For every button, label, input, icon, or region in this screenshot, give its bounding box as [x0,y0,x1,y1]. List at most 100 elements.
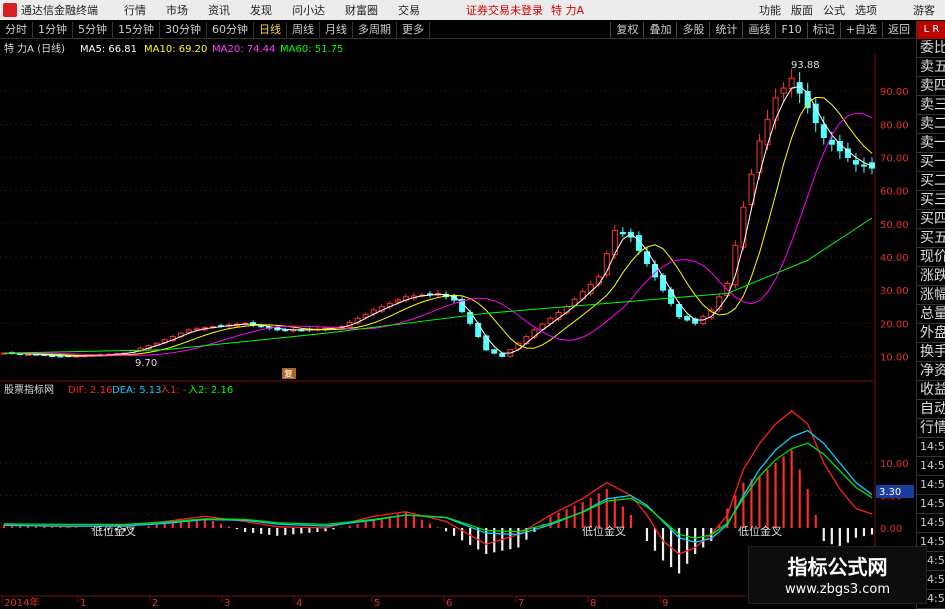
menu-formula[interactable]: 公式 [823,2,845,18]
tool-overlay[interactable]: 叠加 [643,21,676,38]
quote-field: 行情 [917,419,945,438]
period-tab-multi[interactable]: 多周期 [353,21,397,38]
menu-item-news[interactable]: 资讯 [208,2,230,18]
watermark-title: 指标公式网 [787,555,888,579]
quote-field: 委比 [917,39,945,58]
period-tab-more[interactable]: 更多 [397,21,430,38]
quote-field: 卖五 [917,58,945,77]
candle-body [258,325,265,328]
candle-body [475,322,482,338]
menu-options[interactable]: 选项 [855,2,877,18]
golden-cross-label-2: 低位金叉 [582,524,626,538]
period-tab-daily[interactable]: 日线 [254,21,287,38]
ma60-value: MA60: 51.75 [280,44,343,55]
price-tick: 80.00 [880,120,909,131]
quote-field: 涨跌 [917,267,945,286]
tick-time: 14:5 [917,514,945,533]
quote-field: 买四 [917,210,945,229]
menu-item-ask[interactable]: 问小达 [292,2,325,18]
candle-body [595,276,602,285]
tool-back[interactable]: 返回 [882,21,915,38]
watermark-url: www.zbgs3.com [784,582,891,597]
kline-chart[interactable]: 90.0080.0070.0060.0050.0040.0030.0020.00… [0,38,916,609]
tool-mark[interactable]: 标记 [806,21,840,38]
period-tab-30min[interactable]: 30分钟 [160,21,207,38]
period-tab-1min[interactable]: 1分钟 [33,21,73,38]
candle-body [780,87,787,94]
menu-item-discover[interactable]: 发现 [250,2,272,18]
date-tick: 5 [374,598,380,609]
period-toolbar: 分时 1分钟 5分钟 15分钟 30分钟 60分钟 日线 周线 月线 多周期 更… [0,21,915,39]
tool-draw-line[interactable]: 画线 [742,21,775,38]
menu-item-trade[interactable]: 交易 [398,2,420,18]
guest-button[interactable]: 游客 [913,2,935,18]
tick-time: 14:5 [917,438,945,457]
period-tab-5min[interactable]: 5分钟 [73,21,113,38]
period-tab-weekly[interactable]: 周线 [287,21,320,38]
event-marker-label: 复 [284,368,293,380]
quote-field: 买五 [917,229,945,248]
tick-time: 14:5 [917,495,945,514]
ma20-value: MA20: 74.44 [212,44,275,55]
price-tick: 10.00 [880,352,909,363]
date-tick: 7 [518,598,524,609]
macd-histogram [2,450,874,574]
menu-item-quotes[interactable]: 行情 [124,2,146,18]
date-tick: 2014年 [4,596,39,609]
quote-field-list: 委比卖五卖四卖三卖二卖一买一买二买三买四买五现价涨跌涨幅总量外盘换手净资收益自动… [917,39,945,438]
signal-line [3,442,873,539]
candle-body [394,299,401,303]
candle-body [185,329,192,333]
date-tick: 4 [296,598,302,609]
in1-value: 入1: - [160,385,187,396]
price-tick: 30.00 [880,286,909,297]
price-tick: 90.00 [880,87,909,98]
period-tab-60min[interactable]: 60分钟 [207,21,254,38]
candle-body [828,139,835,145]
period-tab-monthly[interactable]: 月线 [320,21,353,38]
watermark: 指标公式网 www.zbgs3.com [748,546,927,604]
tool-restore-rights[interactable]: 复权 [610,21,643,38]
price-tick: 70.00 [880,153,909,164]
quote-field: 卖三 [917,96,945,115]
quote-field: 换手 [917,343,945,362]
tool-statistics[interactable]: 统计 [709,21,742,38]
ma10-value: MA10: 69.20 [144,44,207,55]
app-title: 通达信金融终端 [21,4,98,17]
stock-name-title: 特 力A [551,4,585,17]
quote-field: 卖二 [917,115,945,134]
candle-body [740,206,747,248]
in2-value: 入2: 2.16 [188,385,233,396]
candle-body [764,118,771,146]
candle-body [362,313,369,318]
date-tick: 9 [662,598,668,609]
tool-add-watchlist[interactable]: +自选 [839,21,882,38]
menu-item-wealth[interactable]: 财富圈 [345,2,378,18]
menu-layout[interactable]: 版面 [791,2,813,18]
candle-body [668,289,675,304]
quote-field: 净资 [917,362,945,381]
candle-body [772,97,779,121]
quote-field: 自动 [917,400,945,419]
high-price-label: 93.88 [791,60,820,71]
quote-field: 外盘 [917,324,945,343]
tool-f10[interactable]: F10 [775,21,806,38]
golden-cross-label-3: 低位金叉 [738,524,782,538]
login-status[interactable]: 证券交易未登录 [466,2,543,18]
tool-multi-stock[interactable]: 多股 [676,21,709,38]
price-tick: 60.00 [880,187,909,198]
stock-period-label: 特 力A (日线) [4,42,65,55]
top-right-menu: 功能 版面 公式 选项 游客 [759,2,935,18]
dif-value: DIF: 2.16 [68,385,112,396]
price-tick: 20.00 [880,319,909,330]
menu-item-market[interactable]: 市场 [166,2,188,18]
period-tab-15min[interactable]: 15分钟 [113,21,160,38]
macd-tick: 10.00 [880,459,909,470]
tick-time: 14:5 [917,476,945,495]
period-tab-intraday[interactable]: 分时 [0,21,33,38]
golden-cross-label-1: 低位金叉 [92,524,136,538]
menu-function[interactable]: 功能 [759,2,781,18]
current-value-badge-text: 3.30 [879,487,901,498]
candle-body [491,349,498,354]
low-price-label: 9.70 [135,358,157,369]
